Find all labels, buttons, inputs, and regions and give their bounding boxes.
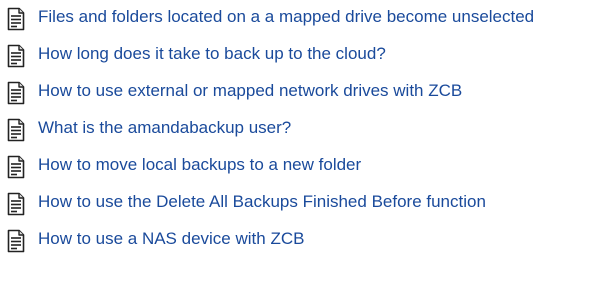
- article-link[interactable]: How to use the Delete All Backups Finish…: [38, 191, 486, 212]
- related-articles-list: Files and folders located on a a mapped …: [0, 0, 613, 253]
- list-item: Files and folders located on a a mapped …: [6, 6, 613, 31]
- article-link[interactable]: What is the amandabackup user?: [38, 117, 291, 138]
- document-icon: [6, 7, 26, 31]
- document-icon: [6, 155, 26, 179]
- document-icon: [6, 229, 26, 253]
- article-link[interactable]: Files and folders located on a a mapped …: [38, 6, 534, 27]
- article-link[interactable]: How to move local backups to a new folde…: [38, 154, 361, 175]
- list-item: How to move local backups to a new folde…: [6, 154, 613, 179]
- list-item: How to use a NAS device with ZCB: [6, 228, 613, 253]
- list-item: How to use external or mapped network dr…: [6, 80, 613, 105]
- list-item: What is the amandabackup user?: [6, 117, 613, 142]
- document-icon: [6, 81, 26, 105]
- list-item: How to use the Delete All Backups Finish…: [6, 191, 613, 216]
- list-item: How long does it take to back up to the …: [6, 43, 613, 68]
- document-icon: [6, 118, 26, 142]
- article-link[interactable]: How to use external or mapped network dr…: [38, 80, 462, 101]
- document-icon: [6, 44, 26, 68]
- document-icon: [6, 192, 26, 216]
- article-link[interactable]: How long does it take to back up to the …: [38, 43, 386, 64]
- article-link[interactable]: How to use a NAS device with ZCB: [38, 228, 304, 249]
